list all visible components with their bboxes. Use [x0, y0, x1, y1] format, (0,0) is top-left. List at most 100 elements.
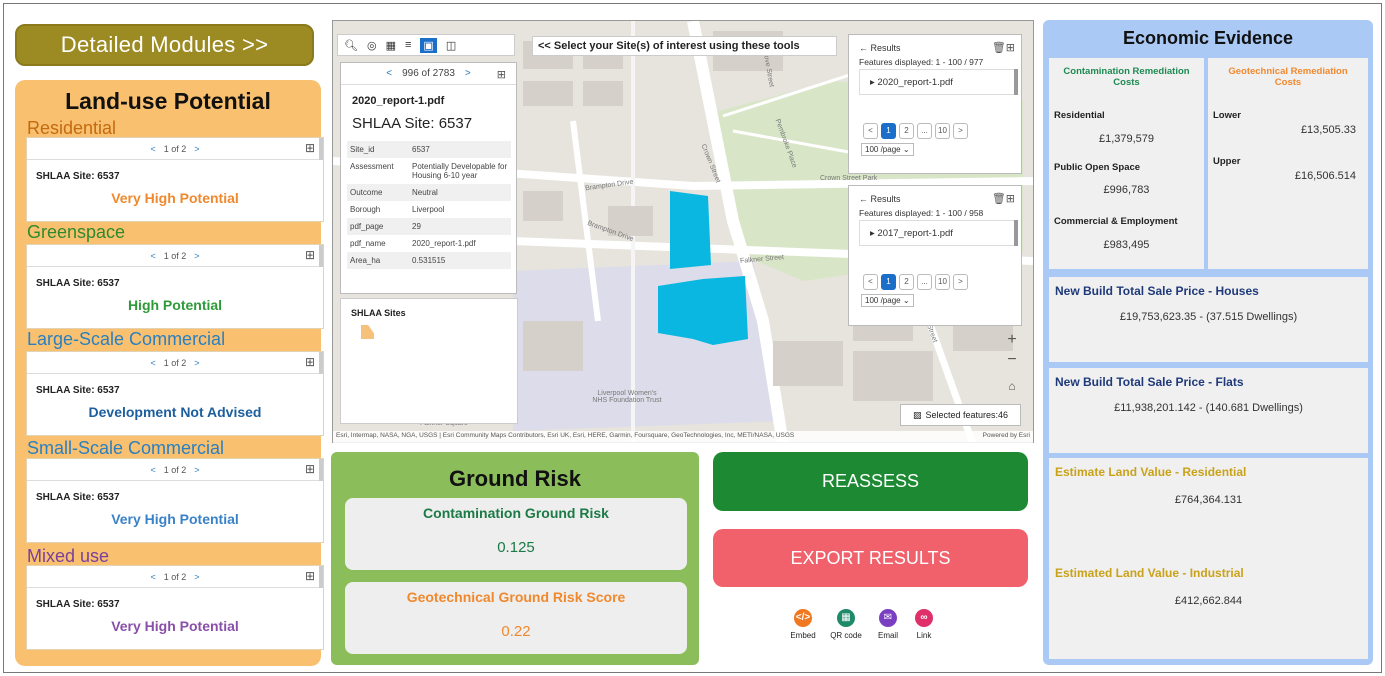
pager-prev-button[interactable]: < [150, 465, 155, 475]
zoom-in-button[interactable]: + [1001, 330, 1023, 350]
share-label: QR code [830, 631, 862, 640]
scrollbar[interactable] [319, 245, 323, 267]
selected-site-1[interactable] [670, 191, 711, 269]
map-toolbar: 🔍︎ ◎ ▦ ≡ ▣ ◫ [337, 34, 515, 56]
page-button[interactable]: ... [917, 274, 932, 290]
popup-row: Area_ha 0.531515 [347, 252, 511, 269]
land-use-card: <1 of 2 > ⊞ SHLAA Site: 6537 Very High Poten… [26, 458, 324, 543]
scrollbar[interactable] [319, 138, 323, 160]
scrollbar[interactable] [319, 352, 323, 374]
list-icon[interactable]: ≡ [405, 39, 411, 51]
share-link-button[interactable]: ∞ Link [904, 609, 944, 640]
card-pager: <1 of 2 > [27, 352, 323, 374]
scrollbar[interactable] [1014, 69, 1018, 95]
pager-next-button[interactable]: > [194, 251, 199, 261]
back-arrow-icon[interactable]: ← [859, 43, 871, 53]
page-button[interactable]: > [953, 274, 968, 290]
scrollbar[interactable] [1014, 220, 1018, 246]
results-item[interactable]: ▸ 2017_report-1.pdf [859, 220, 1017, 246]
selected-features-badge[interactable]: ▨ Selected features:46 [900, 404, 1021, 426]
ground-risk-panel: Ground Risk Contamination Ground Risk 0.… [331, 452, 699, 665]
popup-row-value: 29 [412, 222, 421, 231]
page-button[interactable]: < [863, 274, 878, 290]
share-embed-button[interactable]: </> Embed [783, 609, 823, 640]
pager-prev-button[interactable]: < [150, 251, 155, 261]
link-icon: ∞ [915, 609, 933, 627]
pager-prev-button[interactable]: < [150, 144, 155, 154]
grid-icon[interactable]: ⊞ [305, 141, 315, 155]
draw-icon[interactable]: ◫ [446, 39, 456, 52]
page-button[interactable]: ... [917, 123, 932, 139]
grid-icon[interactable]: ⊞ [1006, 42, 1015, 54]
share-label: Embed [790, 631, 816, 640]
popup-row-value: Neutral [412, 188, 438, 197]
grid-icon[interactable]: ⊞ [1006, 193, 1015, 205]
grid-icon[interactable]: ⊞ [497, 68, 506, 81]
results-count: Features displayed: 1 - 100 / 977 [859, 57, 984, 67]
page-button[interactable]: 10 [935, 274, 950, 290]
contamination-remediation-card: Contamination Remediation Costs Resident… [1049, 58, 1204, 269]
page-button[interactable]: 1 [881, 123, 896, 139]
page-button[interactable]: > [953, 123, 968, 139]
legend-panel: SHLAA Sites [340, 298, 518, 424]
ground-risk-title: Ground Risk [448, 466, 581, 491]
popup-row-value: Liverpool [412, 205, 445, 214]
reassess-button[interactable]: REASSESS [713, 452, 1028, 511]
street-label: Liverpool Women's NHS Foundation Trust [592, 390, 662, 404]
qr-code-icon: ▦ [837, 609, 855, 627]
popup-row-value: 2020_report-1.pdf [412, 239, 476, 248]
grid-icon[interactable]: ⊞ [305, 462, 315, 476]
share-email-button[interactable]: ✉ Email [868, 609, 908, 640]
street-label: Crown Street Park [820, 175, 878, 182]
page-button[interactable]: 2 [899, 274, 914, 290]
results-item[interactable]: ▸ 2020_report-1.pdf [859, 69, 1017, 95]
trash-icon[interactable]: 🗑︎ [992, 42, 1006, 54]
page-button[interactable]: < [863, 123, 878, 139]
detailed-modules-button[interactable]: Detailed Modules >> [15, 24, 314, 66]
grid-icon[interactable]: ⊞ [305, 355, 315, 369]
home-icon[interactable]: ⌂ [1001, 376, 1023, 396]
grid-icon[interactable]: ▦ [386, 39, 396, 52]
geotechnical-remediation-card: Geotechnical Remediation Costs Lower £13,… [1208, 58, 1368, 269]
trash-icon[interactable]: 🗑︎ [992, 193, 1006, 205]
selected-site-2[interactable] [658, 276, 748, 345]
pager-prev-button[interactable]: < [150, 572, 155, 582]
zoom-out-button[interactable]: − [1001, 350, 1023, 370]
card-pager: <1 of 2 > [27, 459, 323, 481]
category-title: Greenspace [27, 222, 126, 242]
pager-prev-button[interactable]: < [150, 358, 155, 368]
layers-icon[interactable]: ◎ [367, 39, 377, 52]
results-label: Results [870, 194, 901, 204]
per-page-select[interactable]: 100 /page ⌄ [861, 143, 914, 156]
economic-card-title: Estimated Land Value - Industrial [1055, 566, 1244, 580]
land-use-title: Land-use Potential [65, 88, 271, 114]
page-button[interactable]: 1 [881, 274, 896, 290]
pager-next-button[interactable]: > [194, 144, 199, 154]
popup-row: pdf_name 2020_report-1.pdf [347, 235, 511, 252]
geotechnical-remediation-header: Geotechnical Remediation Costs [1228, 66, 1348, 88]
pager-next-button[interactable]: > [194, 358, 199, 368]
pager-next-button[interactable]: > [194, 465, 199, 475]
export-results-button[interactable]: EXPORT RESULTS [713, 529, 1028, 587]
site-label: SHLAA Site: 6537 [36, 171, 120, 182]
category-title: Large-Scale Commercial [27, 329, 226, 349]
powered-by[interactable]: Powered by Esri [983, 432, 1030, 439]
share-qr-code-button[interactable]: ▦ QR code [826, 609, 866, 640]
contamination-risk-value: 0.125 [497, 539, 535, 556]
scrollbar[interactable] [319, 566, 323, 588]
land-use-card: <1 of 2 > ⊞ SHLAA Site: 6537 Development Not… [26, 351, 324, 436]
grid-icon[interactable]: ⊞ [305, 248, 315, 262]
site-label: SHLAA Site: 6537 [36, 385, 120, 396]
page-button[interactable]: 10 [935, 123, 950, 139]
popup-count: 996 of 2783 [402, 68, 455, 79]
search-icon[interactable]: 🔍︎ [344, 39, 358, 52]
back-arrow-icon[interactable]: ← [859, 194, 871, 204]
page-button[interactable]: 2 [899, 123, 914, 139]
per-page-select[interactable]: 100 /page ⌄ [861, 294, 914, 307]
popup-next-button[interactable]: > [465, 68, 471, 79]
select-icon[interactable]: ▣ [420, 37, 437, 53]
scrollbar[interactable] [319, 459, 323, 481]
pager-next-button[interactable]: > [194, 572, 199, 582]
popup-prev-button[interactable]: < [386, 68, 392, 79]
grid-icon[interactable]: ⊞ [305, 569, 315, 583]
